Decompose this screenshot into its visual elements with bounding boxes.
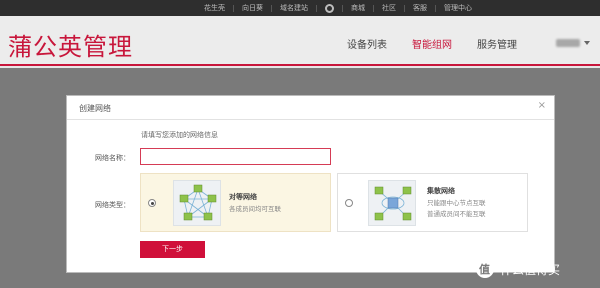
top-bar: 花生壳 向日葵 域名建站 商城 社区 客服 管理中心	[0, 0, 600, 16]
close-icon[interactable]: ×	[538, 100, 546, 111]
hub-network-radio[interactable]	[345, 199, 353, 207]
top-link-huashengke[interactable]: 花生壳	[204, 3, 225, 13]
hub-network-desc-line-2: 普通成员间不能互联	[427, 210, 486, 218]
top-link-support[interactable]: 客服	[413, 3, 427, 13]
option-hub-network[interactable]: 集散网络 只能跟中心节点互联 普通成员间不能互联	[337, 173, 528, 232]
nav-device-list[interactable]: 设备列表	[347, 36, 387, 51]
user-name-blurred[interactable]	[556, 39, 580, 47]
top-link-community[interactable]: 社区	[382, 3, 396, 13]
divider	[435, 4, 436, 12]
divider	[271, 4, 272, 12]
network-name-label: 网络名称：	[95, 154, 130, 162]
watermark-text: 什么值得买	[500, 262, 561, 277]
network-name-input[interactable]	[140, 148, 331, 165]
watermark: 什么值得买	[476, 260, 560, 278]
option-peer-network[interactable]: 对等网络 各成员间均可互联	[140, 173, 331, 232]
header: 蒲公英管理 设备列表 智能组网 服务管理	[0, 16, 600, 66]
divider	[373, 4, 374, 12]
peer-network-desc: 各成员间均可互联	[229, 205, 281, 213]
top-link-xiangrikui[interactable]: 向日葵	[242, 3, 263, 13]
divider	[404, 4, 405, 12]
peer-network-title: 对等网络	[229, 193, 257, 201]
chevron-down-icon[interactable]	[584, 41, 590, 45]
top-link-domain[interactable]: 域名建站	[280, 3, 308, 13]
hub-network-diagram-icon	[368, 180, 416, 226]
watermark-logo-icon	[476, 260, 494, 278]
network-type-label: 网络类型：	[95, 201, 130, 209]
top-link-admin[interactable]: 管理中心	[444, 3, 472, 13]
pgy-logo-icon[interactable]	[325, 3, 334, 13]
create-network-dialog: 创建网络 × 请填写您添加的网络信息 网络名称： 网络类型： 对等网络 各成员间…	[66, 95, 555, 273]
divider	[342, 4, 343, 12]
next-step-button[interactable]: 下一步	[140, 241, 205, 258]
divider	[316, 4, 317, 12]
top-link-mall[interactable]: 商城	[351, 3, 365, 13]
peer-network-radio[interactable]	[148, 199, 156, 207]
top-nav: 花生壳 向日葵 域名建站 商城 社区 客服 管理中心	[204, 0, 472, 16]
form-hint: 请填写您添加的网络信息	[141, 131, 218, 139]
nav-smart-network[interactable]: 智能组网	[412, 36, 452, 51]
brand-title[interactable]: 蒲公英管理	[8, 27, 133, 62]
hub-network-desc-line-1: 只能跟中心节点互联	[427, 199, 486, 207]
dialog-title: 创建网络	[79, 104, 111, 113]
divider	[233, 4, 234, 12]
mesh-network-diagram-icon	[173, 180, 221, 226]
nav-service-management[interactable]: 服务管理	[477, 36, 517, 51]
hub-network-title: 集散网络	[427, 187, 455, 195]
dialog-header: 创建网络 ×	[67, 96, 554, 120]
